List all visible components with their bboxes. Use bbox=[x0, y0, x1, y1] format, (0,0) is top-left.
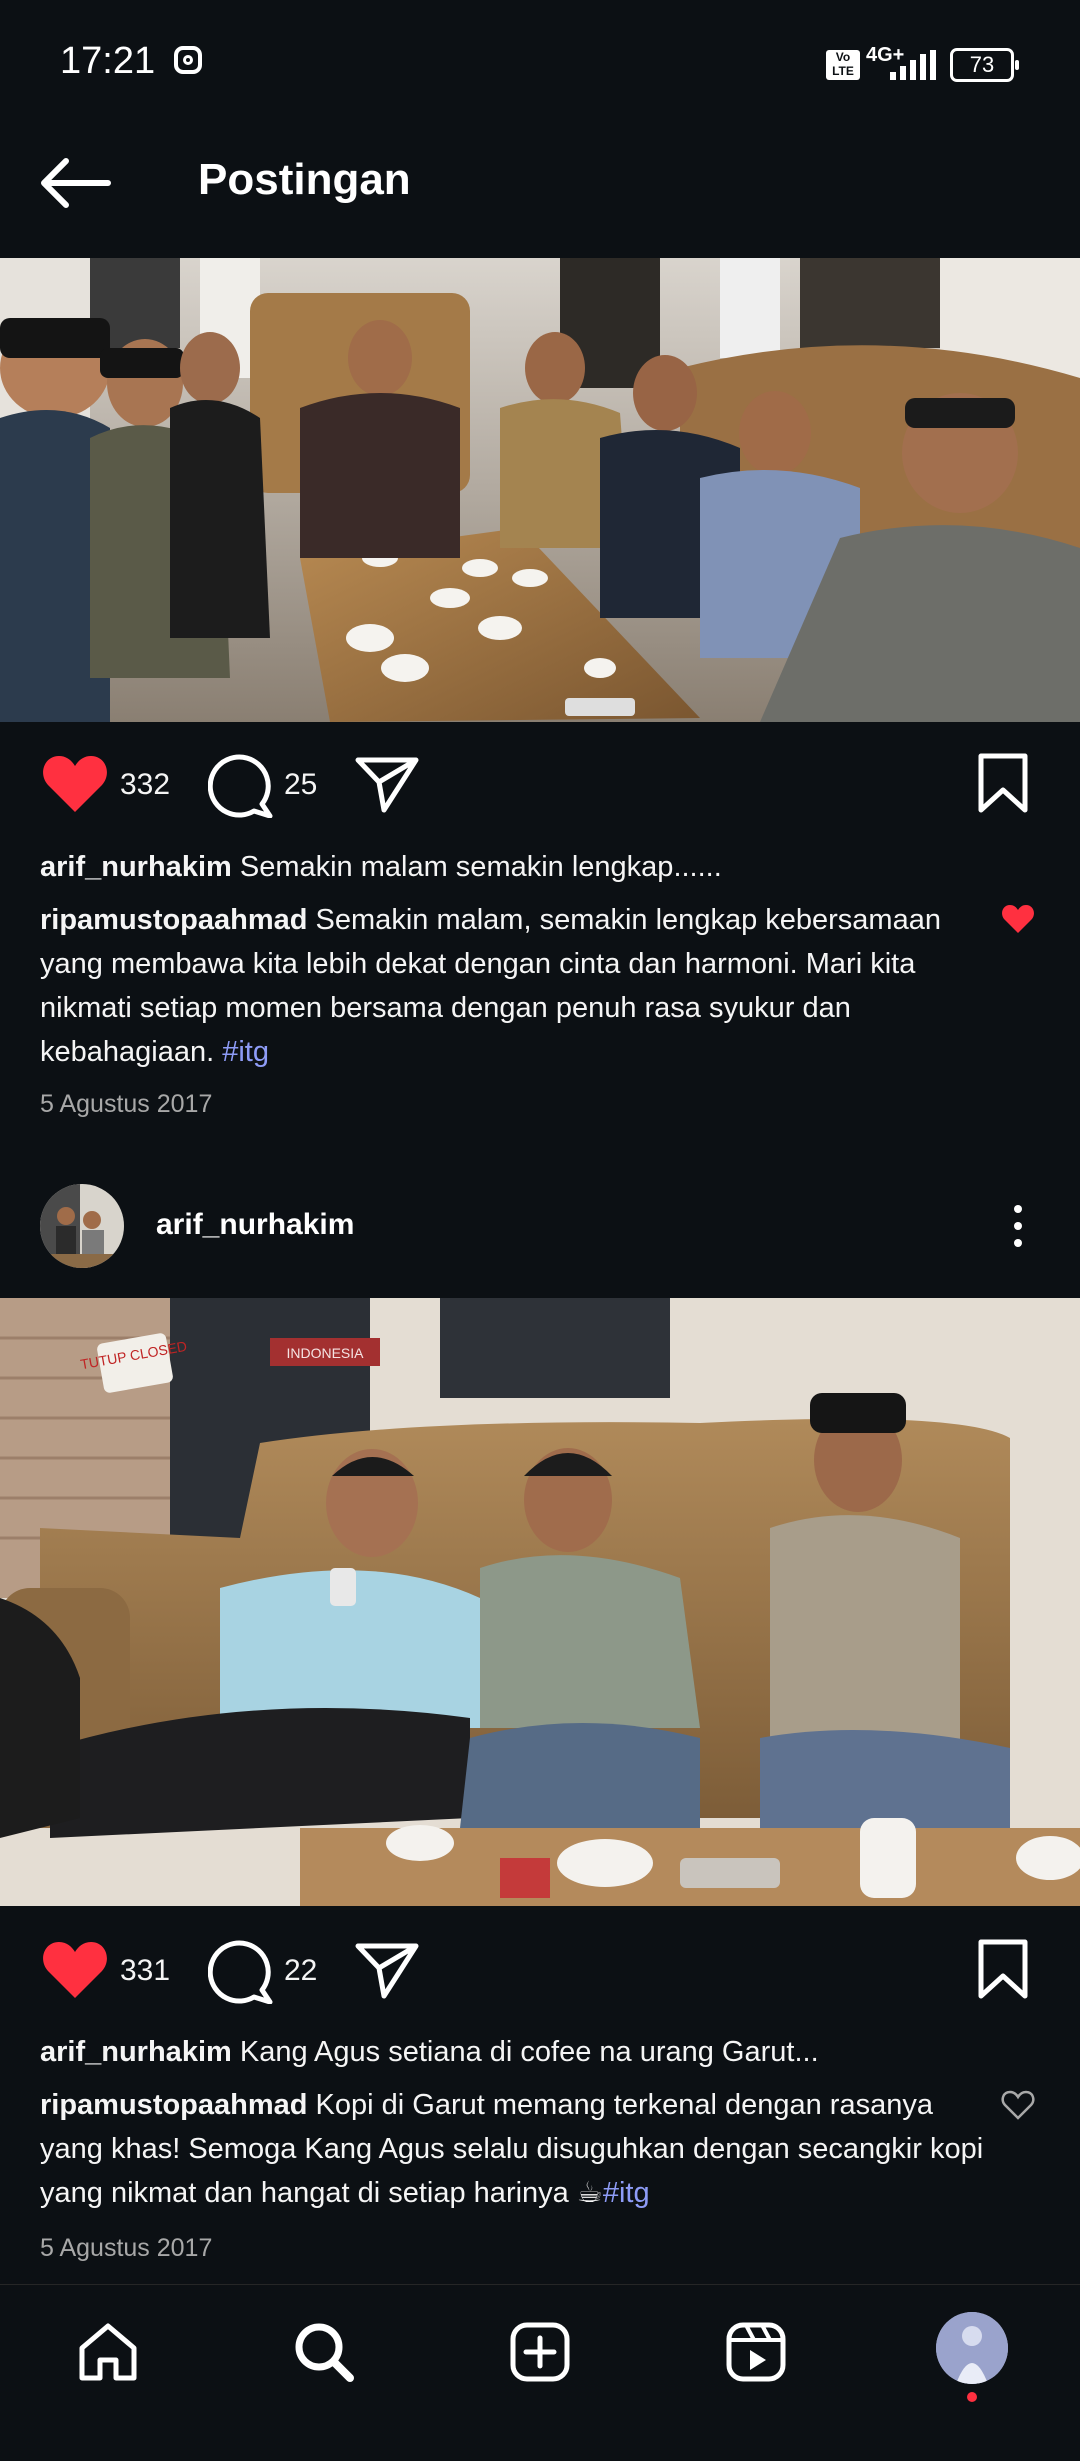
post1-actions: 332 25 bbox=[0, 746, 1080, 826]
search-icon[interactable] bbox=[292, 2320, 356, 2384]
comment-like-heart-icon[interactable] bbox=[1001, 2090, 1035, 2120]
like-heart-icon[interactable] bbox=[42, 754, 108, 814]
likes-count[interactable]: 331 bbox=[120, 1954, 170, 1988]
share-send-icon[interactable] bbox=[354, 754, 420, 814]
signal-icon bbox=[890, 50, 936, 80]
caption-username[interactable]: arif_nurhakim bbox=[40, 2036, 232, 2068]
create-post-icon[interactable] bbox=[508, 2320, 572, 2384]
status-time: 17:21 bbox=[60, 40, 156, 82]
page-title: Postingan bbox=[198, 155, 411, 204]
battery-icon: 73 bbox=[950, 48, 1019, 82]
post2-date: 5 Agustus 2017 bbox=[40, 2234, 213, 2262]
men-on-sofa-photo: TUTUP CLOSED INDONESIA bbox=[0, 1298, 1080, 1906]
avatar[interactable] bbox=[40, 1184, 124, 1268]
battery-level: 73 bbox=[969, 52, 995, 77]
post1-date: 5 Agustus 2017 bbox=[40, 1090, 213, 1118]
back-arrow-icon[interactable] bbox=[40, 158, 112, 208]
caption-username[interactable]: arif_nurhakim bbox=[40, 851, 232, 883]
bookmark-icon[interactable] bbox=[976, 752, 1030, 814]
like-heart-icon[interactable] bbox=[42, 1940, 108, 2000]
post-photo[interactable]: TUTUP CLOSED INDONESIA bbox=[0, 1298, 1080, 1906]
more-options-icon[interactable] bbox=[1010, 1204, 1026, 1248]
post1-caption: arif_nurhakim Semakin malam semakin leng… bbox=[40, 845, 1040, 889]
comment-username[interactable]: ripamustopaahmad bbox=[40, 2089, 308, 2121]
group-at-cafe-photo bbox=[0, 258, 1080, 722]
profile-photo bbox=[936, 2312, 1008, 2384]
comment-hashtag[interactable]: #itg bbox=[222, 1036, 269, 1068]
volte-icon: Vo LTE bbox=[826, 50, 860, 80]
comments-count[interactable]: 25 bbox=[284, 768, 317, 802]
avatar-photo bbox=[40, 1184, 124, 1268]
post-username[interactable]: arif_nurhakim bbox=[156, 1208, 354, 1242]
post2-caption: arif_nurhakim Kang Agus setiana di cofee… bbox=[40, 2030, 1040, 2074]
post2-comment: ripamustopaahmad Kopi di Garut memang te… bbox=[40, 2083, 990, 2215]
likes-count[interactable]: 332 bbox=[120, 768, 170, 802]
post1-comment: ripamustopaahmad Semakin malam, semakin … bbox=[40, 898, 990, 1074]
comment-liked-heart-icon[interactable] bbox=[1001, 904, 1035, 934]
caption-text: Semakin malam semakin lengkap...... bbox=[231, 851, 722, 883]
comment-hashtag[interactable]: #itg bbox=[603, 2177, 650, 2209]
profile-avatar[interactable] bbox=[936, 2312, 1008, 2384]
bookmark-icon[interactable] bbox=[976, 1938, 1030, 2000]
notification-dot bbox=[967, 2392, 977, 2402]
photo-sign-indonesia: INDONESIA bbox=[286, 1345, 364, 1361]
comment-icon[interactable] bbox=[208, 754, 274, 818]
share-send-icon[interactable] bbox=[354, 1940, 420, 2000]
comments-count[interactable]: 22 bbox=[284, 1954, 317, 1988]
post2-actions: 331 22 bbox=[0, 1932, 1080, 2012]
reels-icon[interactable] bbox=[724, 2320, 788, 2384]
post-photo[interactable] bbox=[0, 258, 1080, 722]
comment-username[interactable]: ripamustopaahmad bbox=[40, 904, 308, 936]
home-icon[interactable] bbox=[76, 2320, 140, 2384]
status-bar: 17:21 Vo LTE 4G+ 73 bbox=[0, 0, 1080, 130]
caption-text: Kang Agus setiana di cofee na urang Garu… bbox=[231, 2036, 819, 2068]
instagram-notification-icon bbox=[174, 46, 202, 74]
comment-icon[interactable] bbox=[208, 1940, 274, 2004]
